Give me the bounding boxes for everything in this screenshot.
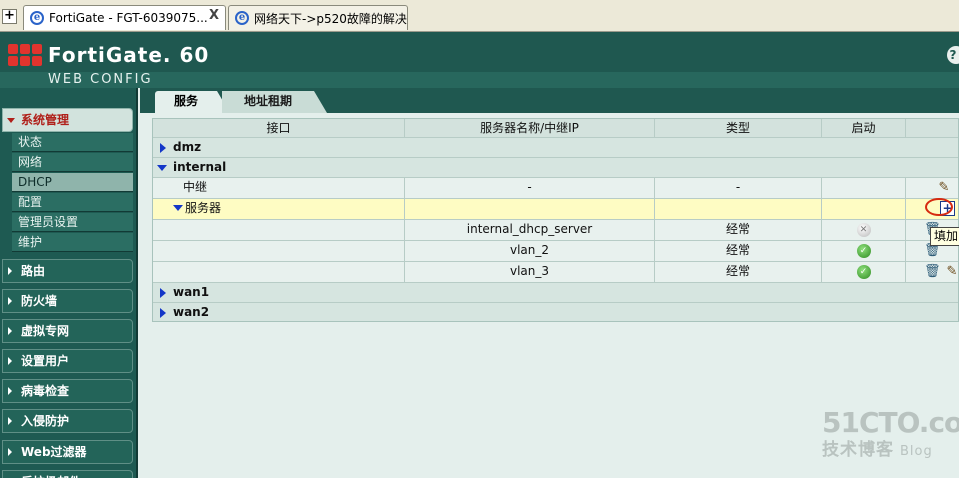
browser-tab-bar: + e FortiGate - FGT-6039075... X e 网络天下-… <box>0 0 959 32</box>
browser-tab-title: FortiGate - FGT-6039075... <box>49 11 208 25</box>
sidebar-item-dhcp[interactable]: DHCP <box>12 173 133 192</box>
expand-icon <box>160 308 166 318</box>
sidebar-item-maintenance[interactable]: 维护 <box>12 233 133 252</box>
enabled-status-icon[interactable]: ✓ <box>856 265 871 279</box>
relay-actions: ✎ <box>906 178 958 199</box>
close-tab-icon[interactable]: X <box>209 8 219 23</box>
server-type: 经常 <box>655 262 822 283</box>
sidebar-group-webfilter[interactable]: Web过滤器 <box>2 440 133 464</box>
group-row-wan2[interactable]: wan2 <box>153 303 958 321</box>
relay-type: - <box>655 178 822 199</box>
server-interface <box>153 220 405 241</box>
watermark-blog: Blog <box>900 444 933 459</box>
group-row-dmz[interactable]: dmz <box>153 138 958 158</box>
sidebar: 系统管理 状态 网络 DHCP 配置 管理员设置 维护 路由 防火墙 虚拟专网 … <box>0 88 138 478</box>
tab-address-lease[interactable]: 地址租期 <box>222 91 327 113</box>
sidebar-group-antivirus[interactable]: 病毒检查 <box>2 379 133 403</box>
server-name: internal_dhcp_server <box>405 220 655 241</box>
browser-tab-title: 网络天下->p520故障的解决 <box>254 11 407 26</box>
help-icon[interactable]: ? <box>947 46 959 64</box>
brand-name: FortiGate. 60 <box>48 43 210 67</box>
group-label: internal <box>173 160 227 174</box>
server-enable: ✓ <box>822 262 906 283</box>
server-enable: ✓ <box>822 241 906 262</box>
highlight-ring <box>925 198 953 216</box>
server-enable: ✕ <box>822 220 906 241</box>
sidebar-item-network[interactable]: 网络 <box>12 153 133 172</box>
disabled-status-icon[interactable]: ✕ <box>856 223 871 237</box>
server-actions: 🗑 ✎ <box>906 262 958 283</box>
ie-icon: e <box>30 11 44 25</box>
table-row-server-group: 服务器 + <box>153 199 958 220</box>
group-label: wan2 <box>173 305 210 319</box>
table-row: vlan_2 经常 ✓ 🗑 <box>153 241 958 262</box>
server-name: vlan_3 <box>405 262 655 283</box>
sidebar-group-user[interactable]: 设置用户 <box>2 349 133 373</box>
server-interface <box>153 262 405 283</box>
tab-service[interactable]: 服务 <box>155 91 230 113</box>
table-row: vlan_3 经常 ✓ 🗑 ✎ <box>153 262 958 283</box>
edit-icon[interactable]: ✎ <box>944 264 958 280</box>
server-group-enable <box>822 199 906 220</box>
column-header-actions <box>906 119 958 138</box>
column-header-type: 类型 <box>655 119 822 138</box>
collapse-icon <box>157 165 167 171</box>
watermark-text: 技术博客 <box>822 440 894 460</box>
sidebar-item-config[interactable]: 配置 <box>12 193 133 212</box>
collapse-icon <box>173 205 183 211</box>
server-group-name <box>405 199 655 220</box>
column-header-interface: 接口 <box>153 119 405 138</box>
server-group-label: 服务器 <box>185 201 222 215</box>
fortinet-logo-icon <box>8 44 42 66</box>
group-row-wan1[interactable]: wan1 <box>153 283 958 303</box>
sidebar-group-firewall[interactable]: 防火墙 <box>2 289 133 313</box>
server-interface <box>153 241 405 262</box>
server-type: 经常 <box>655 220 822 241</box>
expand-icon <box>160 143 166 153</box>
column-header-server-name: 服务器名称/中继IP <box>405 119 655 138</box>
sidebar-group-system[interactable]: 系统管理 <box>2 108 133 132</box>
column-header-enable: 启动 <box>822 119 906 138</box>
app-header: FortiGate. 60 WEB CONFIG ? <box>0 32 959 88</box>
edit-icon[interactable]: ✎ <box>936 180 952 196</box>
delete-icon[interactable]: 🗑 <box>924 264 941 280</box>
group-row-internal[interactable]: internal <box>153 158 958 178</box>
dhcp-table: 接口 服务器名称/中继IP 类型 启动 dmz internal 中继 - - … <box>152 118 959 322</box>
server-group-type <box>655 199 822 220</box>
expand-icon <box>160 288 166 298</box>
table-row-relay: 中继 - - ✎ <box>153 178 958 199</box>
watermark: 51CTO.com 技术博客 Blog <box>822 408 959 462</box>
relay-label: 中继 <box>153 178 405 199</box>
sidebar-group-ips[interactable]: 入侵防护 <box>2 409 133 433</box>
watermark-line2: 技术博客 Blog <box>822 440 959 462</box>
ie-icon: e <box>235 11 249 25</box>
relay-ip: - <box>405 178 655 199</box>
server-type: 经常 <box>655 241 822 262</box>
new-tab-button[interactable]: + <box>2 9 17 24</box>
browser-tab-blog[interactable]: e 网络天下->p520故障的解决 <box>228 5 408 30</box>
watermark-line1: 51CTO.com <box>822 406 959 439</box>
sidebar-group-antispam[interactable]: 反垃圾邮件 <box>2 470 133 478</box>
add-tooltip: 填加 <box>930 227 959 246</box>
table-row: internal_dhcp_server 经常 ✕ 🗑 <box>153 220 958 241</box>
server-group-label-cell[interactable]: 服务器 <box>153 199 405 220</box>
page-tab-strip: 服务 地址租期 <box>140 88 959 113</box>
sidebar-item-status[interactable]: 状态 <box>12 133 133 152</box>
browser-tab-fortigate[interactable]: e FortiGate - FGT-6039075... X <box>23 5 226 30</box>
sidebar-item-admin[interactable]: 管理员设置 <box>12 213 133 232</box>
web-config-label: WEB CONFIG <box>48 72 153 87</box>
relay-enable <box>822 178 906 199</box>
sidebar-group-router[interactable]: 路由 <box>2 259 133 283</box>
enabled-status-icon[interactable]: ✓ <box>856 244 871 258</box>
group-label: wan1 <box>173 285 210 299</box>
group-label: dmz <box>173 140 202 154</box>
sidebar-group-vpn[interactable]: 虚拟专网 <box>2 319 133 343</box>
server-name: vlan_2 <box>405 241 655 262</box>
